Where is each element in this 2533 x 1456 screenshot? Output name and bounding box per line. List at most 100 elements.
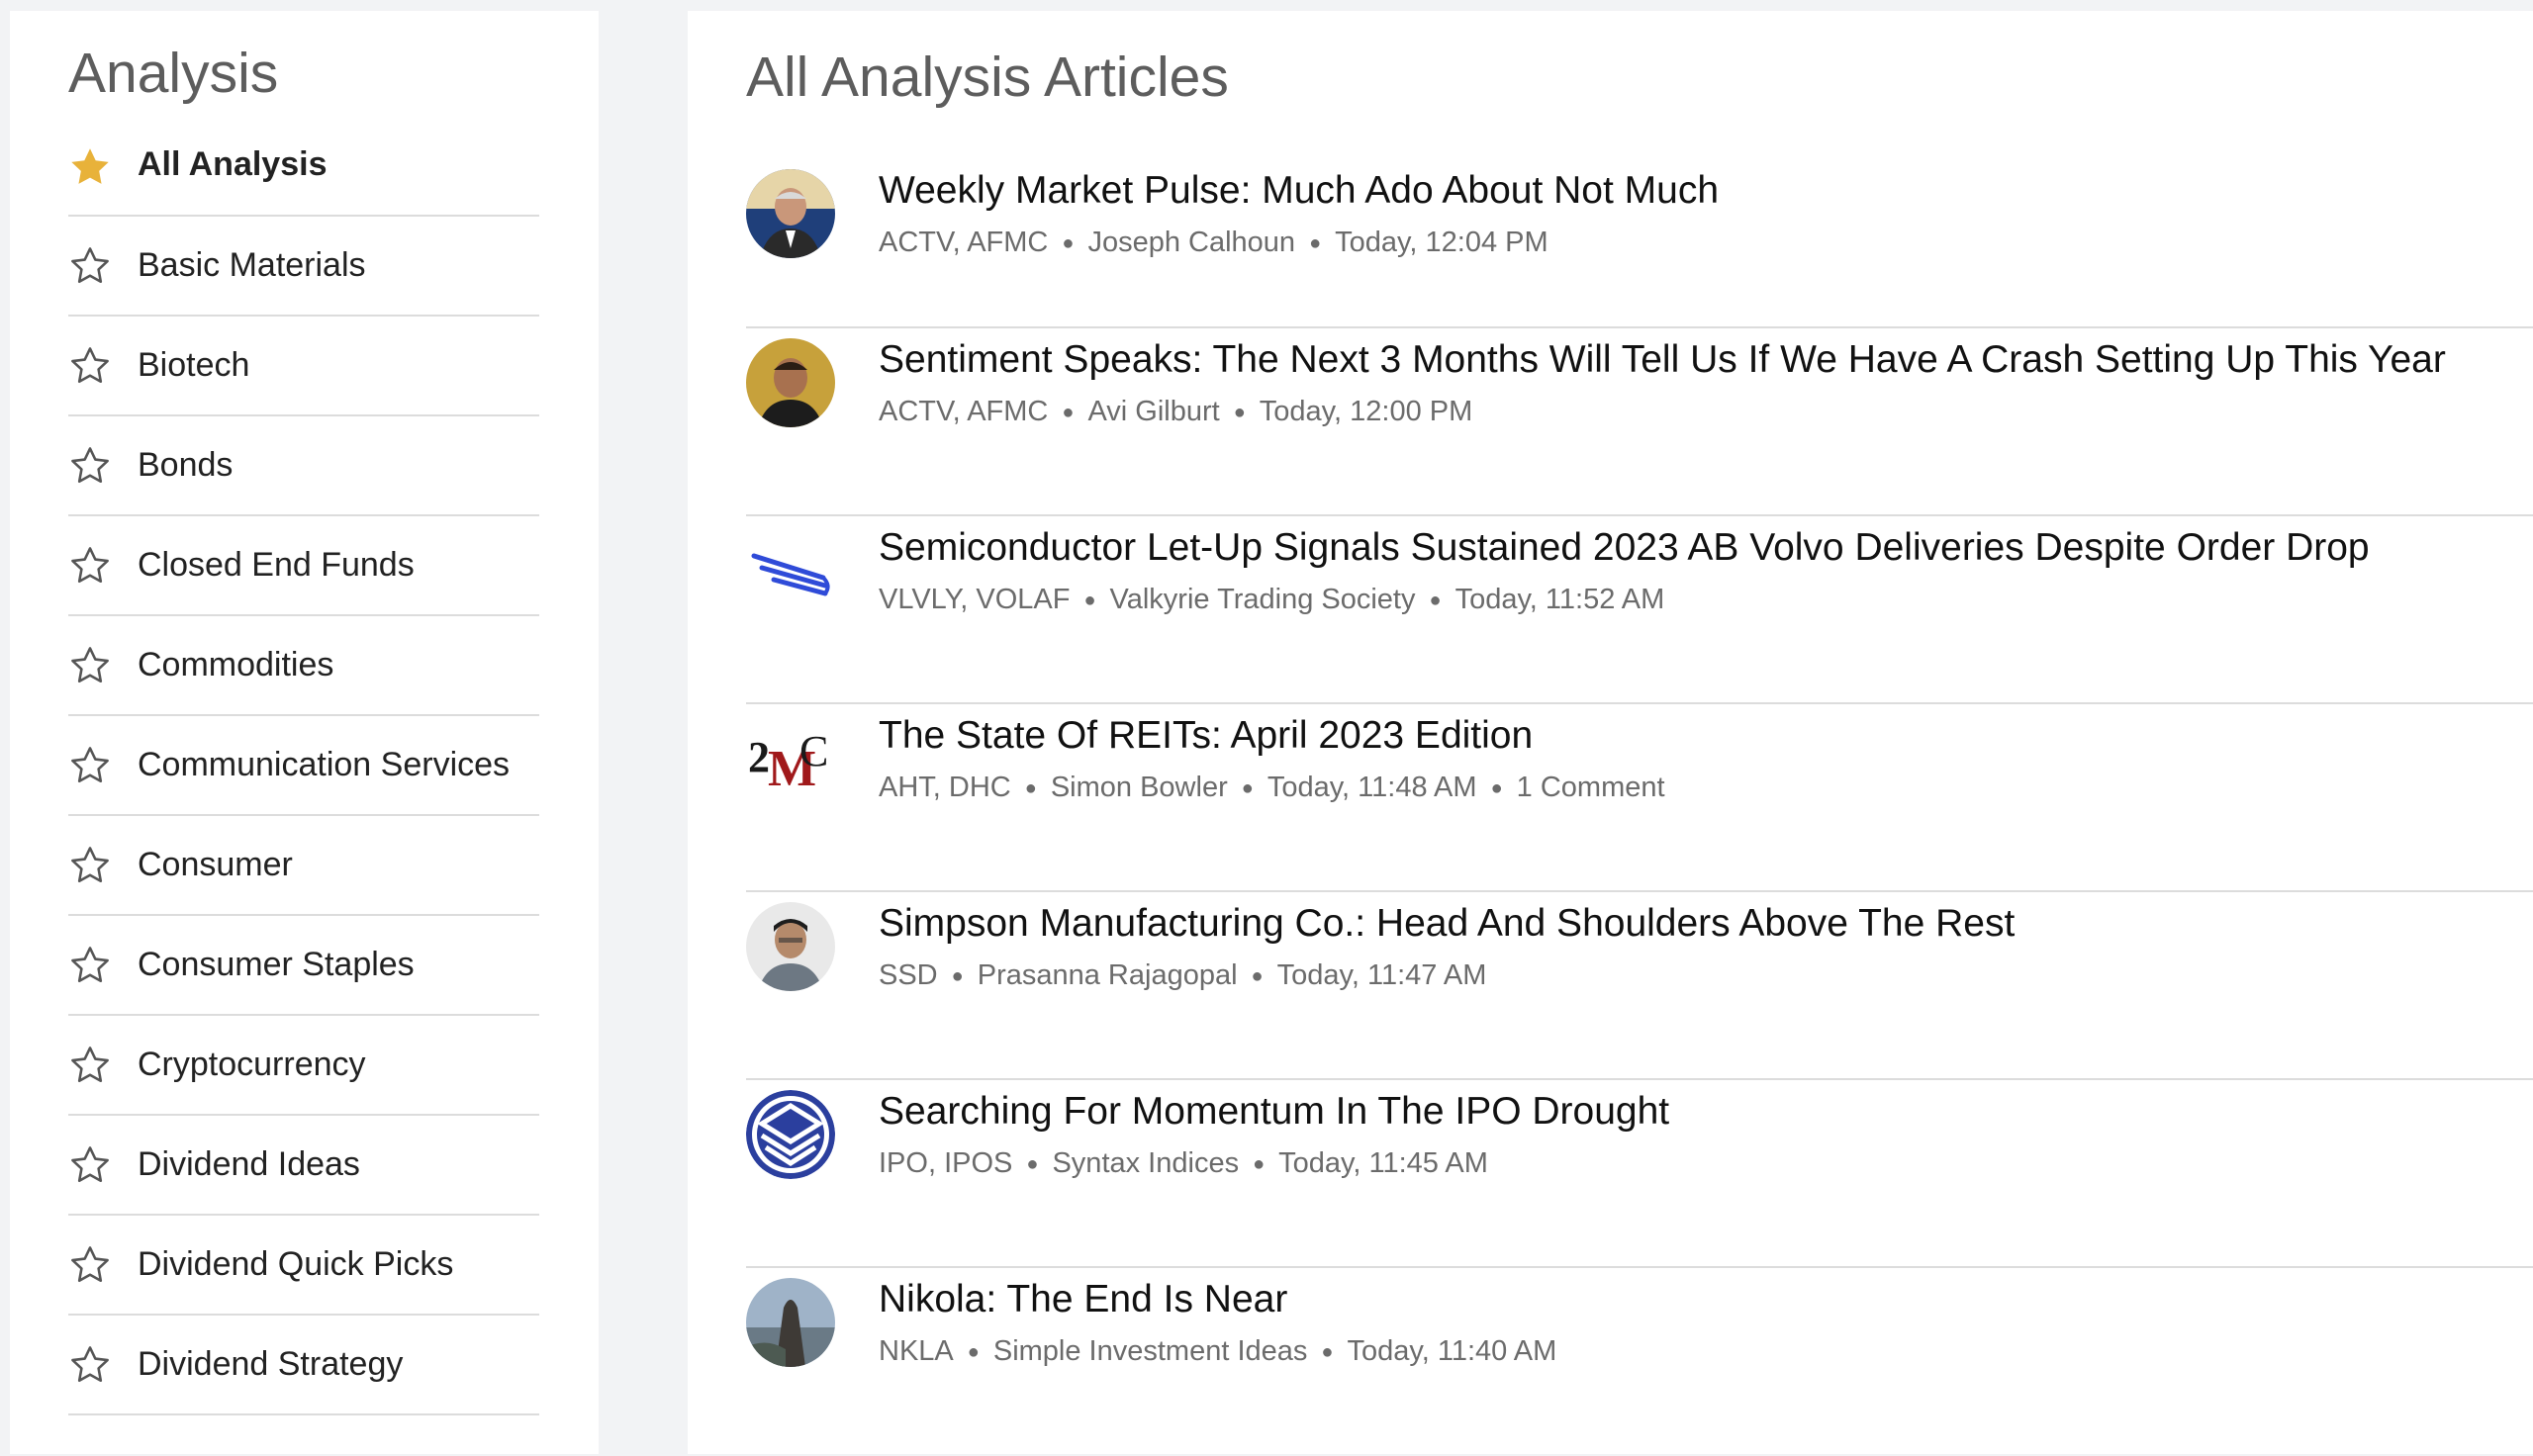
article-item: Weekly Market Pulse: Much Ado About Not … — [746, 167, 2533, 328]
article-meta: ACTV, AFMC ● Joseph Calhoun ● Today, 12:04 P… — [879, 225, 1719, 261]
sidebar-item-label: Consumer Staples — [138, 946, 415, 983]
article-tickers[interactable]: ACTV, AFMC — [879, 227, 1048, 258]
star-outline-icon[interactable] — [68, 1143, 112, 1187]
article-author[interactable]: Prasanna Rajagopal — [978, 959, 1238, 991]
star-outline-icon[interactable] — [68, 1044, 112, 1087]
syntax-logo-icon[interactable] — [746, 1090, 835, 1179]
article-title-link[interactable]: The State Of REITs: April 2023 Edition — [879, 712, 1665, 760]
star-outline-icon[interactable] — [68, 644, 112, 687]
sidebar-item-basic-materials[interactable]: Basic Materials — [68, 217, 539, 317]
article-meta: VLVLY, VOLAF ● Valkyrie Trading Society ● To… — [879, 582, 2370, 618]
star-outline-icon[interactable] — [68, 1343, 112, 1387]
article-title-link[interactable]: Sentiment Speaks: The Next 3 Months Will… — [879, 336, 2446, 384]
separator-dot: ● — [1024, 777, 1037, 800]
sidebar-item-label: Communication Services — [138, 746, 511, 783]
sidebar-item-consumer[interactable]: Consumer — [68, 816, 539, 916]
separator-dot: ● — [1309, 232, 1322, 255]
sidebar-item-closed-end-funds[interactable]: Closed End Funds — [68, 516, 539, 616]
article-meta: IPO, IPOS ● Syntax Indices ● Today, 11:45 AM — [879, 1145, 1669, 1182]
sidebar-item-biotech[interactable]: Biotech — [68, 317, 539, 416]
article-meta: NKLA ● Simple Investment Ideas ● Today, 11:4… — [879, 1333, 1556, 1370]
sidebar-item-label: Bonds — [138, 446, 234, 484]
article-time: Today, 11:40 AM — [1347, 1335, 1557, 1367]
article-comments-link[interactable]: 1 Comment — [1517, 772, 1665, 803]
article-item: Searching For Momentum In The IPO Drough… — [746, 1080, 2533, 1268]
article-tickers[interactable]: ACTV, AFMC — [879, 396, 1048, 427]
author-avatar[interactable] — [746, 338, 835, 427]
separator-dot: ● — [1062, 232, 1075, 255]
separator-dot: ● — [1253, 1153, 1266, 1176]
sidebar-item-label: Basic Materials — [138, 246, 366, 284]
sidebar-item-dividend-strategy[interactable]: Dividend Strategy — [68, 1316, 539, 1415]
sidebar-item-commodities[interactable]: Commodities — [68, 616, 539, 716]
article-tickers[interactable]: AHT, DHC — [879, 772, 1011, 803]
article-item: Sentiment Speaks: The Next 3 Months Will… — [746, 328, 2533, 516]
sidebar-item-label: Closed End Funds — [138, 546, 415, 584]
article-author[interactable]: Simon Bowler — [1051, 772, 1228, 803]
article-item: Semiconductor Let-Up Signals Sustained 2… — [746, 516, 2533, 704]
article-item: Simpson Manufacturing Co.: Head And Shou… — [746, 892, 2533, 1080]
article-author[interactable]: Avi Gilburt — [1087, 396, 1219, 427]
2mc-logo-icon[interactable]: 2MC — [746, 714, 835, 803]
star-outline-icon[interactable] — [68, 1243, 112, 1287]
sidebar: Analysis All Analysis Basic Materials Bi… — [10, 11, 599, 1454]
article-tickers[interactable]: SSD — [879, 959, 938, 991]
separator-dot: ● — [951, 965, 964, 988]
sidebar-title: Analysis — [68, 42, 279, 105]
separator-dot: ● — [967, 1341, 980, 1364]
separator-dot: ● — [1233, 402, 1246, 424]
separator-dot: ● — [1429, 590, 1442, 612]
page-title: All Analysis Articles — [746, 46, 1229, 109]
sidebar-item-bonds[interactable]: Bonds — [68, 416, 539, 516]
star-outline-icon[interactable] — [68, 244, 112, 288]
separator-dot: ● — [1490, 777, 1503, 800]
article-author[interactable]: Joseph Calhoun — [1087, 227, 1295, 258]
sidebar-item-cryptocurrency[interactable]: Cryptocurrency — [68, 1016, 539, 1116]
separator-dot: ● — [1083, 590, 1096, 612]
star-outline-icon[interactable] — [68, 544, 112, 588]
sidebar-item-label: Biotech — [138, 346, 250, 384]
article-time: Today, 11:48 AM — [1266, 772, 1477, 803]
article-tickers[interactable]: VLVLY, VOLAF — [879, 584, 1070, 615]
sidebar-item-label: Dividend Quick Picks — [138, 1245, 454, 1283]
article-time: Today, 11:52 AM — [1454, 584, 1665, 615]
svg-text:C: C — [799, 727, 828, 775]
article-author[interactable]: Valkyrie Trading Society — [1110, 584, 1416, 615]
sidebar-item-all-analysis[interactable]: All Analysis — [68, 145, 539, 217]
sidebar-item-label: Cryptocurrency — [138, 1046, 366, 1083]
article-title-link[interactable]: Weekly Market Pulse: Much Ado About Not … — [879, 167, 1719, 215]
star-outline-icon[interactable] — [68, 844, 112, 887]
article-time: Today, 12:04 PM — [1335, 227, 1548, 258]
article-tickers[interactable]: IPO, IPOS — [879, 1147, 1012, 1179]
author-avatar[interactable] — [746, 1278, 835, 1367]
star-filled-icon[interactable] — [68, 145, 112, 189]
article-title-link[interactable]: Semiconductor Let-Up Signals Sustained 2… — [879, 524, 2370, 572]
sidebar-item-label: Dividend Ideas — [138, 1145, 360, 1183]
sidebar-item-label: Dividend Strategy — [138, 1345, 404, 1383]
article-time: Today, 11:45 AM — [1278, 1147, 1488, 1179]
article-meta: ACTV, AFMC ● Avi Gilburt ● Today, 12:00 PM — [879, 394, 2446, 430]
article-title-link[interactable]: Nikola: The End Is Near — [879, 1276, 1556, 1323]
star-outline-icon[interactable] — [68, 744, 112, 787]
article-list-panel: All Analysis Articles Weekly Market Puls… — [688, 11, 2533, 1454]
sidebar-item-dividend-ideas[interactable]: Dividend Ideas — [68, 1116, 539, 1216]
star-outline-icon[interactable] — [68, 444, 112, 488]
article-meta: SSD ● Prasanna Rajagopal ● Today, 11:47 AM — [879, 957, 2015, 994]
article-author[interactable]: Syntax Indices — [1052, 1147, 1239, 1179]
author-avatar[interactable] — [746, 902, 835, 991]
article-time: Today, 11:47 AM — [1276, 959, 1487, 991]
article-author[interactable]: Simple Investment Ideas — [993, 1335, 1308, 1367]
wing-logo-icon[interactable] — [746, 526, 835, 615]
star-outline-icon[interactable] — [68, 944, 112, 987]
author-avatar[interactable] — [746, 169, 835, 258]
sidebar-item-dividend-quick-picks[interactable]: Dividend Quick Picks — [68, 1216, 539, 1316]
sidebar-item-consumer-staples[interactable]: Consumer Staples — [68, 916, 539, 1016]
article-item: 2MC The State Of REITs: April 2023 Editi… — [746, 704, 2533, 892]
article-tickers[interactable]: NKLA — [879, 1335, 954, 1367]
sidebar-item-communication-services[interactable]: Communication Services — [68, 716, 539, 816]
article-meta: AHT, DHC ● Simon Bowler ● Today, 11:48 AM ● 1 … — [879, 770, 1665, 806]
article-title-link[interactable]: Simpson Manufacturing Co.: Head And Shou… — [879, 900, 2015, 948]
star-outline-icon[interactable] — [68, 344, 112, 388]
separator-dot: ● — [1321, 1341, 1334, 1364]
article-title-link[interactable]: Searching For Momentum In The IPO Drough… — [879, 1088, 1669, 1136]
